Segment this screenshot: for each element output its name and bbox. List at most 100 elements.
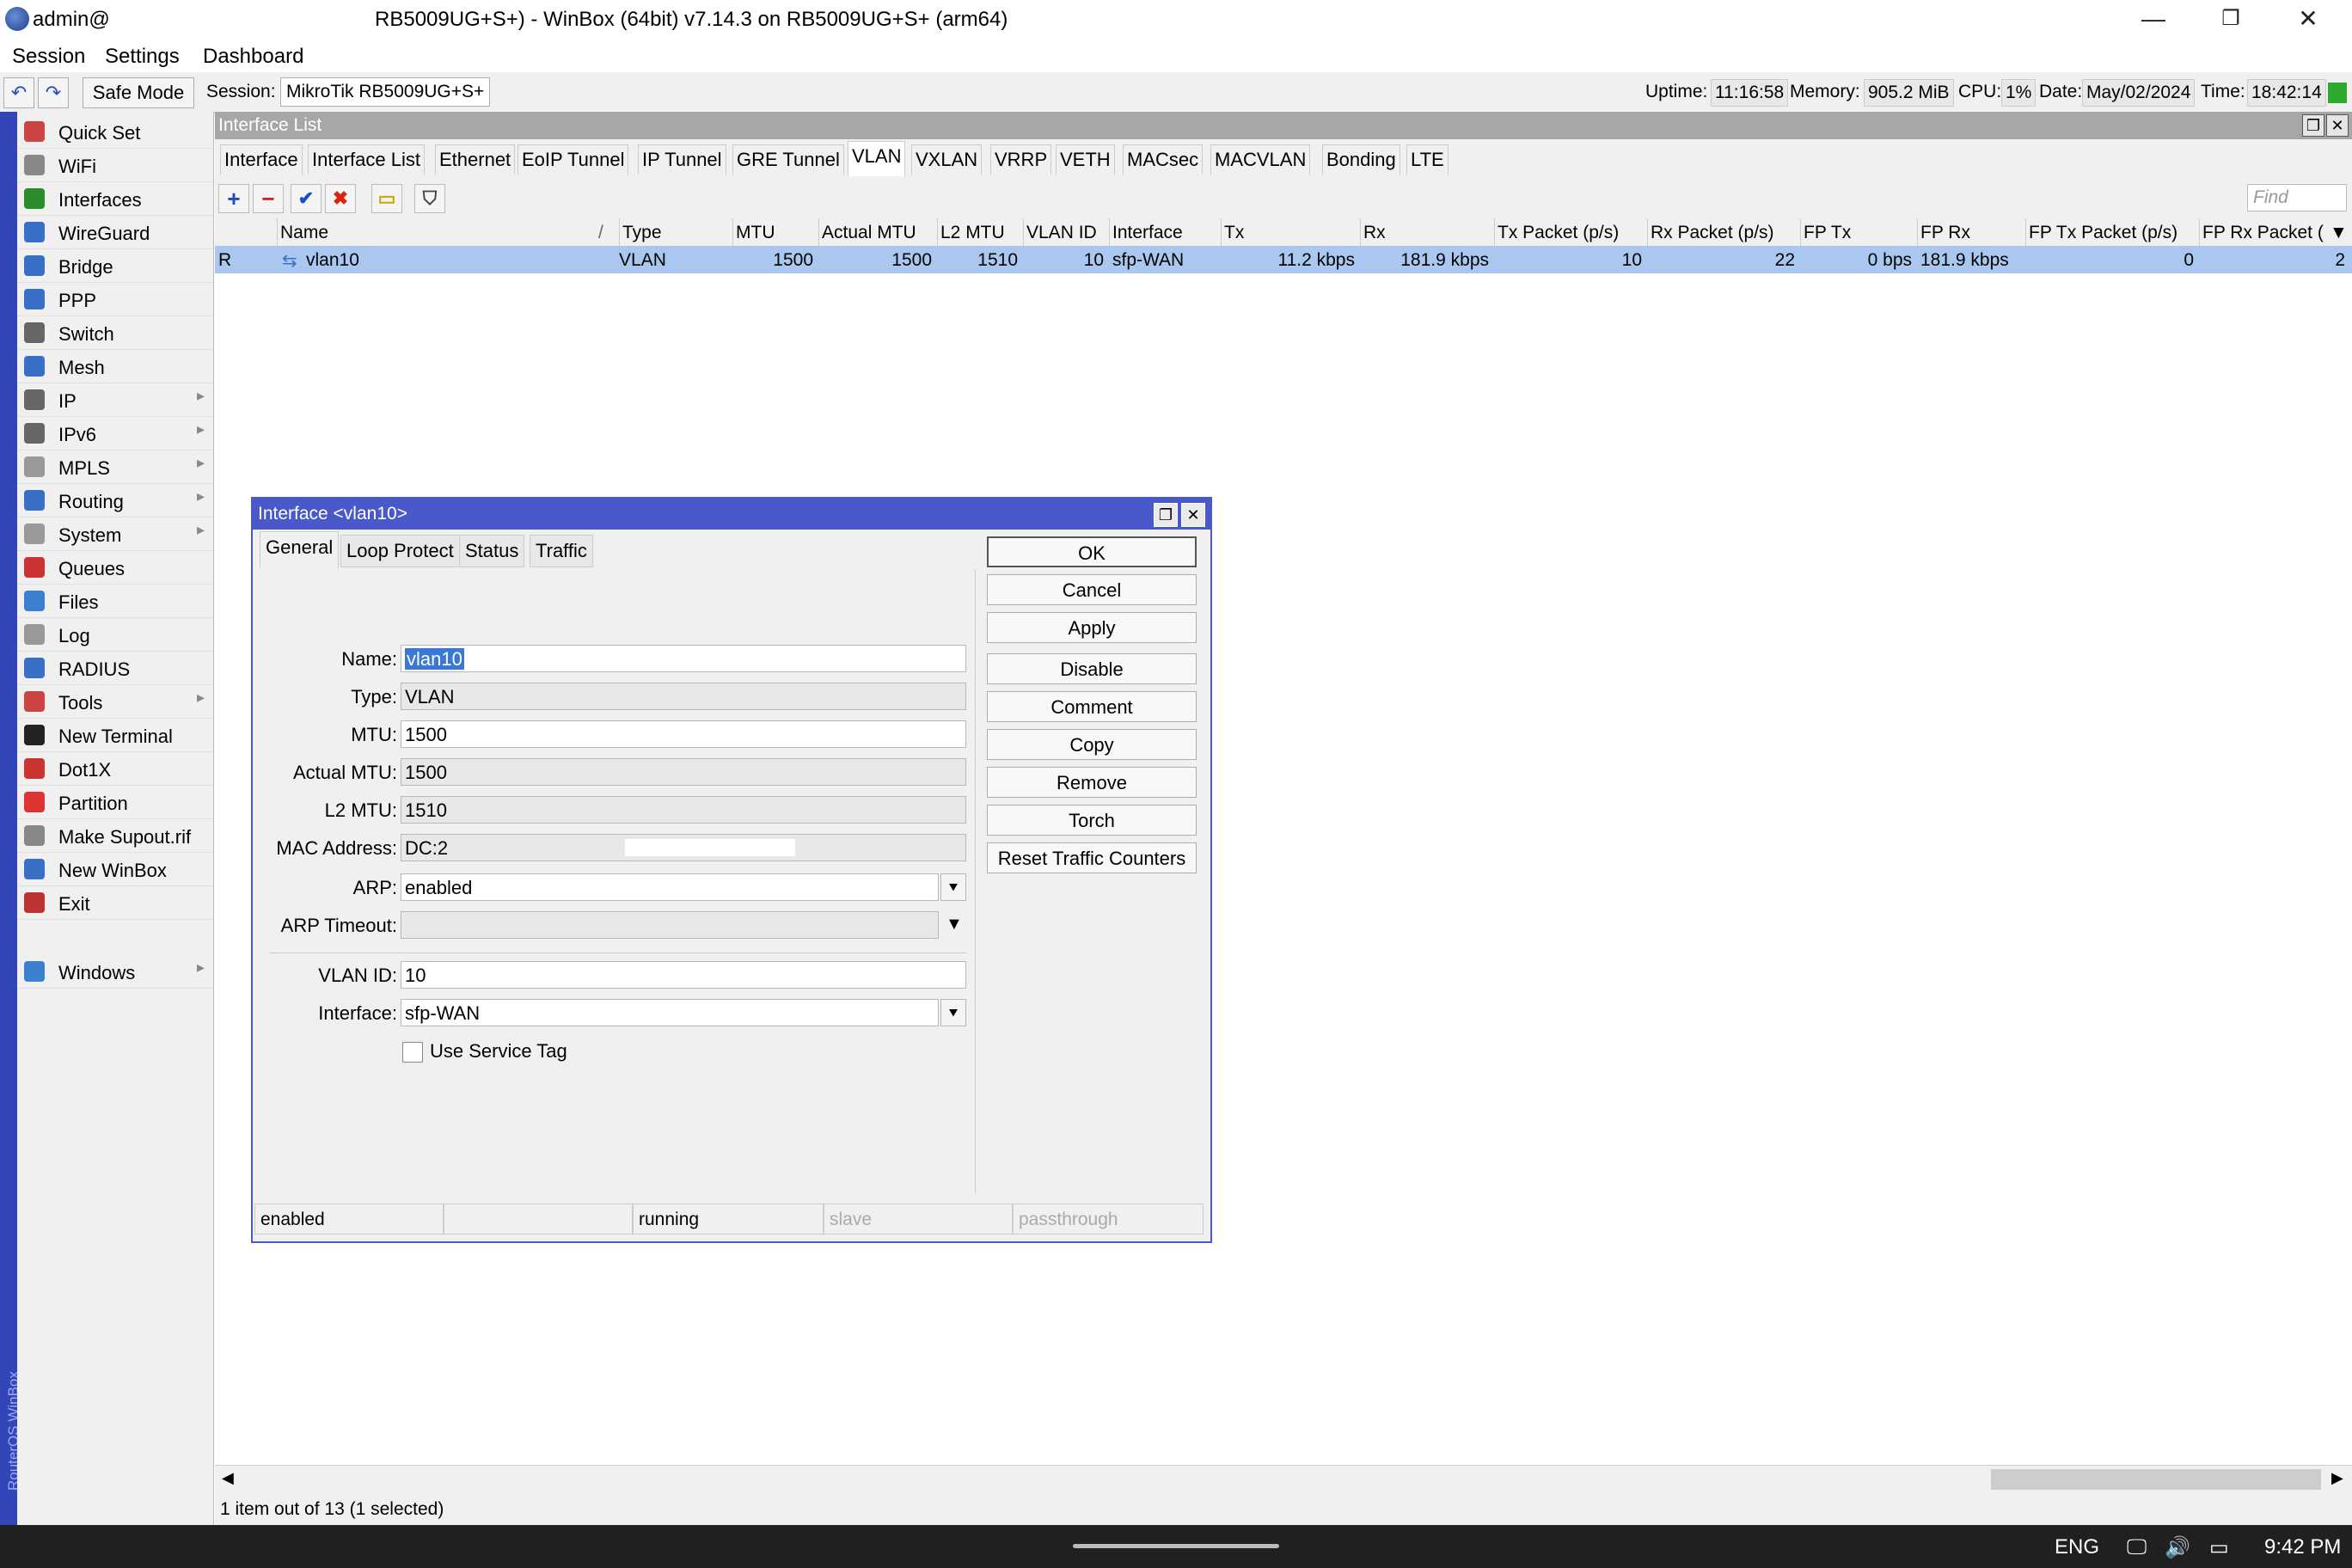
sidebar-item-tools[interactable]: Tools ▸ [17,685,213,719]
column-header-type[interactable]: Type [622,223,662,243]
dialog-tab-traffic[interactable]: Traffic [530,535,593,567]
column-separator[interactable] [1221,218,1222,246]
tab-vxlan[interactable]: VXLAN [911,144,983,175]
find-input[interactable]: Find [2247,184,2347,211]
tab-ip-tunnel[interactable]: IP Tunnel [638,144,726,175]
column-header-l2-mtu[interactable]: L2 MTU [940,223,1005,243]
sidebar-item-wifi[interactable]: WiFi [17,149,213,182]
column-separator[interactable] [1494,218,1495,246]
column-separator[interactable] [818,218,819,246]
column-header-tx-packet-p-s[interactable]: Tx Packet (p/s) [1498,223,1619,243]
sidebar-item-quick-set[interactable]: Quick Set [17,115,213,149]
sidebar-item-routing[interactable]: Routing ▸ [17,484,213,518]
reset-traffic-counters-button[interactable]: Reset Traffic Counters [987,842,1197,873]
column-separator[interactable] [2199,218,2200,246]
comment-button[interactable]: Comment [987,691,1197,722]
column-header-tx[interactable]: Tx [1224,223,1244,243]
sidebar-item-ppp[interactable]: PPP [17,283,213,316]
tab-bonding[interactable]: Bonding [1322,144,1400,175]
column-header-fp-rx-packet[interactable]: FP Rx Packet ( [2202,223,2324,243]
tab-macvlan[interactable]: MACVLAN [1210,144,1311,175]
column-header-vlan-id[interactable]: VLAN ID [1026,223,1097,243]
column-separator[interactable] [732,218,733,246]
tab-veth[interactable]: VETH [1056,144,1115,175]
column-separator[interactable] [2025,218,2026,246]
arp-dropdown-icon[interactable]: ⯆ [940,873,966,901]
tab-interface[interactable]: Interface [220,144,303,175]
sidebar-item-new-terminal[interactable]: New Terminal [17,719,213,752]
column-header-rx-packet-p-s[interactable]: Rx Packet (p/s) [1651,223,1774,243]
close-button[interactable]: ✕ [2269,0,2347,38]
column-header-fp-tx[interactable]: FP Tx [1804,223,1851,243]
tab-vlan[interactable]: VLAN [848,141,906,176]
disable-button[interactable]: Disable [987,653,1197,684]
vlan-id-input[interactable]: 10 [401,961,966,989]
column-header-mtu[interactable]: MTU [736,223,775,243]
dialog-tab-loop-protect[interactable]: Loop Protect [340,535,460,567]
menu-session[interactable]: Session [12,45,85,69]
volume-icon[interactable]: 🔊 [2165,1535,2190,1560]
display-icon[interactable]: 🖵 [2127,1535,2147,1559]
column-header-rx[interactable]: Rx [1363,223,1386,243]
dialog-close-icon[interactable]: ✕ [1181,503,1205,527]
sidebar-item-new-winbox[interactable]: New WinBox [17,853,213,886]
tab-gre-tunnel[interactable]: GRE Tunnel [732,144,844,175]
arp-select[interactable]: enabled [401,873,939,901]
sidebar-item-queues[interactable]: Queues [17,551,213,585]
close-icon[interactable]: ✕ [2326,114,2349,137]
clock[interactable]: 9:42 PM [2264,1535,2341,1559]
sidebar-item-mpls[interactable]: MPLS ▸ [17,450,213,484]
menu-settings[interactable]: Settings [105,45,180,69]
column-separator[interactable] [937,218,938,246]
arp-timeout-expand-icon[interactable]: ▼ [946,915,963,934]
sidebar-item-bridge[interactable]: Bridge [17,249,213,283]
sidebar-item-windows[interactable]: Windows ▸ [17,955,213,989]
remove-button[interactable]: Remove [987,767,1197,798]
scroll-right-icon[interactable]: ▶ [2331,1469,2343,1487]
maximize-button[interactable]: ❐ [2192,0,2269,38]
column-header-name[interactable]: Name [280,223,328,243]
column-header-fp-rx[interactable]: FP Rx [1920,223,1970,243]
sidebar-item-partition[interactable]: Partition [17,786,213,819]
sidebar-item-make-supout-rif[interactable]: Make Supout.rif [17,819,213,853]
comment-icon[interactable]: ▭ [371,184,402,213]
sidebar-item-wireguard[interactable]: WireGuard [17,216,213,249]
undo-icon[interactable]: ↶ [3,77,34,108]
sidebar-item-system[interactable]: System ▸ [17,518,213,551]
redo-icon[interactable]: ↷ [38,77,69,108]
add-icon[interactable]: + [218,184,249,213]
horizontal-scrollbar[interactable]: ◀ ▶ [215,1465,2352,1493]
scroll-left-icon[interactable]: ◀ [222,1469,234,1487]
interface-dropdown-icon[interactable]: ⯆ [940,999,966,1026]
filter-icon[interactable]: ⛉ [414,184,445,213]
scrollbar-thumb[interactable] [1991,1469,2321,1490]
tab-eoip-tunnel[interactable]: EoIP Tunnel [518,144,629,175]
sidebar-item-log[interactable]: Log [17,618,213,652]
enable-icon[interactable]: ✔ [291,184,322,213]
column-header-fp-tx-packet-p-s[interactable]: FP Tx Packet (p/s) [2029,223,2177,243]
column-separator[interactable] [619,218,620,246]
sidebar-item-switch[interactable]: Switch [17,316,213,350]
ok-button[interactable]: OK [987,536,1197,567]
remove-icon[interactable]: − [253,184,284,213]
cancel-button[interactable]: Cancel [987,574,1197,605]
battery-icon[interactable]: ▭ [2209,1535,2229,1560]
column-header-actual-mtu[interactable]: Actual MTU [822,223,916,243]
dialog-tab-general[interactable]: General [260,531,340,568]
sidebar-item-interfaces[interactable]: Interfaces [17,182,213,216]
column-separator[interactable] [1109,218,1110,246]
column-separator[interactable] [277,218,278,246]
column-separator[interactable] [1647,218,1648,246]
apply-button[interactable]: Apply [987,612,1197,643]
dialog-restore-icon[interactable]: ❐ [1154,503,1178,527]
dialog-tab-status[interactable]: Status [459,535,525,567]
minimize-button[interactable]: — [2115,0,2192,38]
arp-timeout-input[interactable] [401,911,939,939]
tab-ethernet[interactable]: Ethernet [435,144,516,175]
torch-button[interactable]: Torch [987,805,1197,836]
sidebar-item-exit[interactable]: Exit [17,886,213,920]
sidebar-item-radius[interactable]: RADIUS [17,652,213,685]
taskbar-handle[interactable] [1073,1544,1279,1548]
name-input[interactable]: vlan10 [401,645,966,672]
safe-mode-button[interactable]: Safe Mode [83,77,194,108]
